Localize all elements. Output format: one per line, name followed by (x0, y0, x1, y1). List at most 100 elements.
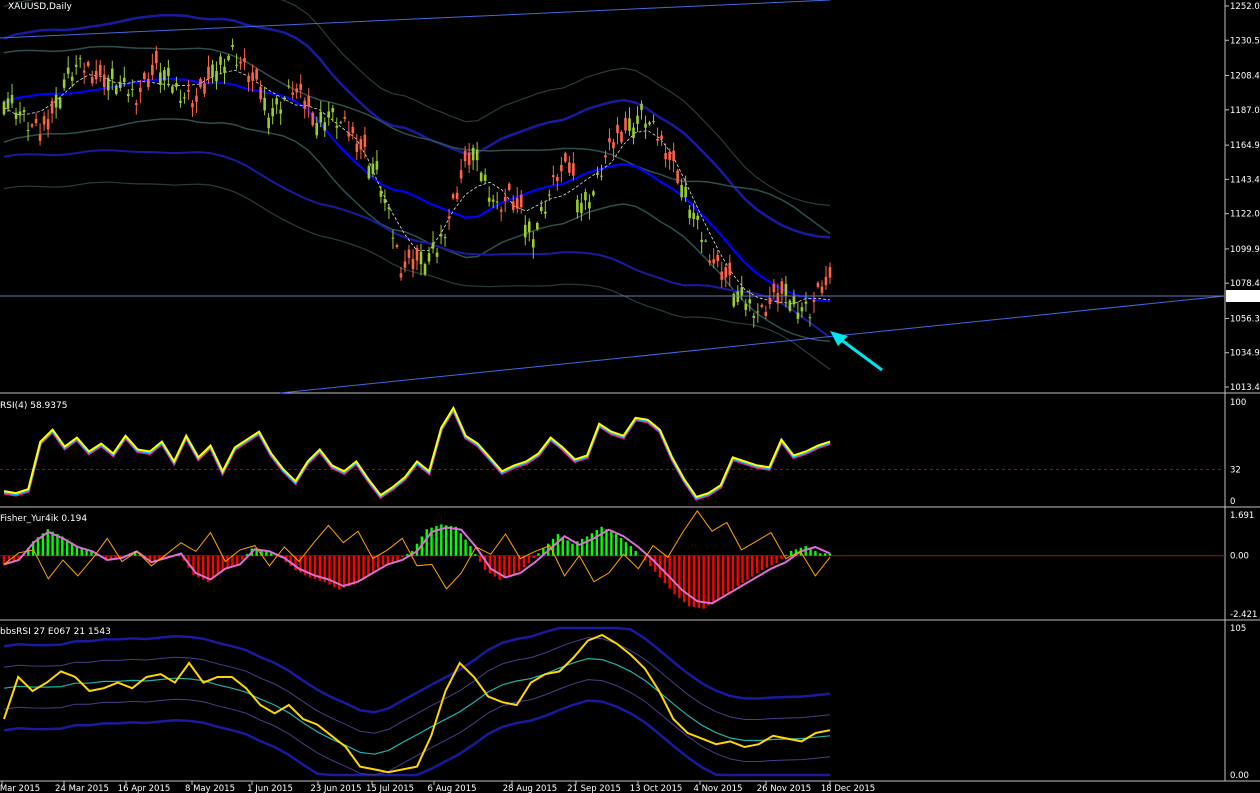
fisher-bar (342, 555, 346, 588)
fisher-bar (469, 546, 472, 556)
fisher-bar (216, 555, 219, 575)
x-tick-label: 26 Nov 2015 (757, 784, 811, 793)
y-tick-label: 1252.00 (1230, 2, 1260, 12)
x-tick-label: 28 Aug 2015 (503, 784, 557, 793)
candle-body (664, 153, 667, 160)
candle-body (724, 267, 728, 278)
candle-body (475, 149, 479, 161)
fisher-bar (474, 554, 477, 556)
candle-body (295, 88, 299, 93)
fisher-bar (789, 550, 793, 556)
candle-body (604, 155, 607, 158)
fisher-bar (605, 529, 608, 556)
fisher-bar (236, 555, 239, 566)
fisher-bar (726, 555, 730, 593)
candle-body (487, 197, 491, 202)
candle-body (584, 191, 587, 201)
candle-body (131, 88, 134, 90)
candle-body (363, 134, 367, 148)
candle-body (612, 142, 615, 149)
candle-body (395, 244, 399, 248)
candle-body (6, 98, 10, 109)
chart-window: 1252.00 1230.55 1208.45 1187.00 1164.90 1143.… (0, 0, 1260, 793)
rsi-y-tick: 100 (1230, 398, 1246, 408)
fisher-bar (352, 555, 356, 585)
candle-body (752, 315, 756, 318)
candle-body (38, 134, 42, 141)
bbs-band-line (3, 626, 831, 714)
candle-body (419, 251, 423, 265)
fisher-bar (721, 555, 725, 596)
fisher-bar (459, 533, 462, 556)
candle-body (86, 61, 90, 67)
candle-body (704, 240, 707, 242)
candle-body (776, 293, 780, 304)
fisher-bar (270, 553, 273, 556)
fisher-bar (503, 555, 506, 579)
candle-body (680, 184, 683, 198)
candle-body (692, 212, 695, 220)
candle-body (483, 174, 487, 181)
candle-body (828, 267, 832, 278)
candle-body (207, 66, 210, 80)
candle-body (319, 112, 323, 123)
candle-body (552, 175, 555, 178)
envelope-line (3, 149, 831, 339)
y-tick-label: 1230.55 (1230, 36, 1260, 46)
candle-body (331, 108, 335, 113)
fisher-bar (556, 534, 560, 556)
candle-body (287, 85, 290, 87)
fisher-bar (619, 538, 623, 556)
candle-body (407, 249, 411, 258)
candle-body (62, 79, 66, 88)
candle-body (335, 125, 339, 128)
x-tick-label: 16 Apr 2015 (118, 784, 171, 793)
x-tick-label: 13 Oct 2015 (630, 784, 683, 793)
candle-body (455, 192, 459, 199)
fisher-bar (717, 555, 720, 600)
candle-body (535, 222, 539, 230)
candle-body (106, 77, 110, 91)
candle-body (367, 165, 371, 179)
x-tick-label: 23 Jun 2015 (310, 784, 361, 793)
candle-body (195, 95, 198, 102)
candle-body (736, 291, 740, 302)
candle-body (70, 76, 74, 81)
candle-body (54, 95, 58, 108)
candle-body (279, 109, 282, 114)
candle-body (291, 92, 294, 95)
candle-body (632, 127, 635, 138)
candle-body (114, 85, 118, 95)
y-tick-label: 1013.45 (1230, 383, 1260, 393)
candle-body (183, 97, 186, 99)
envelope-line (3, 181, 831, 370)
fisher-bar (581, 538, 584, 556)
candle-body (135, 102, 138, 106)
fisher-bar (532, 555, 535, 559)
candle-body (14, 112, 18, 119)
candle-body (399, 273, 403, 278)
candle-body (744, 303, 748, 310)
candle-body (74, 64, 78, 67)
candle-body (283, 97, 286, 100)
fisher-bar (464, 539, 467, 556)
candle-body (267, 117, 270, 129)
candle-body (219, 56, 222, 65)
y-tick-label: 1208.45 (1230, 72, 1260, 82)
fisher-bar (386, 555, 390, 564)
trendline-upper (0, 0, 831, 39)
candle-body (708, 260, 712, 263)
rsi-line (3, 405, 831, 499)
candle-body (568, 162, 571, 173)
fisher-bar (347, 555, 351, 587)
candle-body (78, 58, 82, 60)
candle-body (351, 126, 355, 134)
envelope-line (3, 45, 831, 235)
candle-body (544, 211, 547, 214)
candle-body (411, 258, 415, 270)
fisher-bar (444, 525, 448, 556)
fisher-bar (226, 555, 229, 569)
candle-body (515, 198, 519, 209)
candle-body (596, 172, 599, 176)
candle-body (788, 300, 792, 311)
